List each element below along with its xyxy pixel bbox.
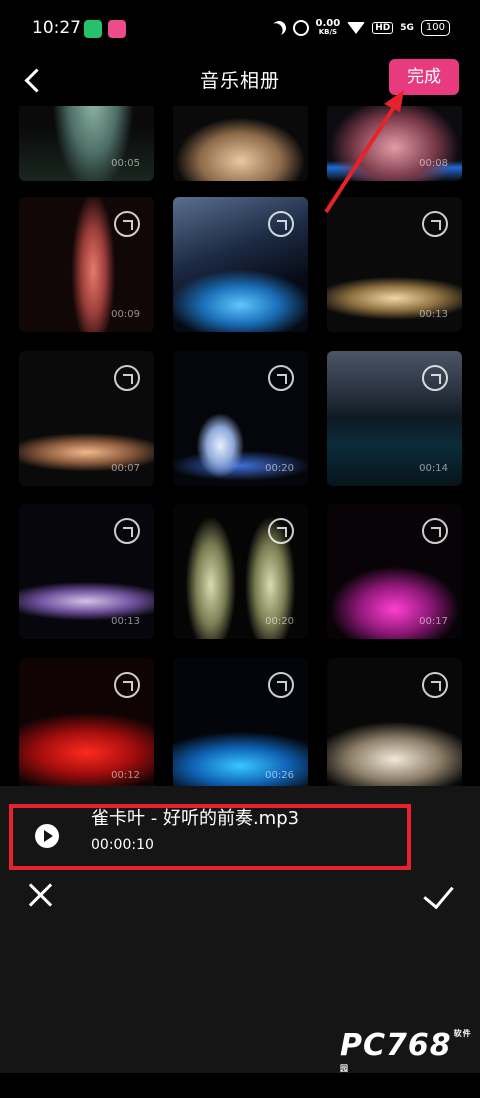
- video-thumbnail[interactable]: 00:13: [19, 504, 154, 639]
- select-icon[interactable]: [114, 365, 140, 391]
- wifi-icon: [347, 22, 366, 34]
- wechat-icon: [84, 20, 102, 38]
- select-icon[interactable]: [422, 365, 448, 391]
- video-thumbnail[interactable]: [173, 106, 308, 181]
- video-thumbnail[interactable]: 00:14: [327, 351, 462, 486]
- select-icon[interactable]: [268, 211, 294, 237]
- select-icon[interactable]: [114, 518, 140, 544]
- music-title: 雀卡叶 - 好听的前奏.mp3: [91, 808, 300, 829]
- select-icon[interactable]: [268, 518, 294, 544]
- top-bar: 音乐相册 完成: [0, 56, 480, 106]
- select-icon[interactable]: [422, 211, 448, 237]
- select-icon[interactable]: [268, 365, 294, 391]
- video-thumbnail[interactable]: 00:13: [327, 197, 462, 332]
- video-thumbnail[interactable]: 00:05: [19, 106, 154, 181]
- video-thumbnail[interactable]: 00:09: [19, 197, 154, 332]
- app-notification-icon: [108, 20, 126, 38]
- video-thumbnail[interactable]: 00:07: [19, 351, 154, 486]
- moon-icon: [270, 19, 288, 37]
- done-button[interactable]: 完成: [389, 59, 459, 95]
- close-icon[interactable]: [27, 882, 53, 908]
- video-thumbnail[interactable]: [173, 197, 308, 332]
- system-icons: 0.00 KB/S HD 5G 100: [272, 16, 450, 40]
- watermark: PC768 软件园: [340, 1028, 472, 1073]
- hd-icon: HD: [372, 22, 394, 34]
- select-icon[interactable]: [422, 518, 448, 544]
- video-thumbnail[interactable]: 00:12: [19, 658, 154, 786]
- video-thumbnail[interactable]: 00:08: [327, 106, 462, 181]
- select-icon[interactable]: [422, 672, 448, 698]
- selected-music[interactable]: 雀卡叶 - 好听的前奏.mp3 00:00:10: [9, 804, 411, 870]
- video-grid: 00:05 00:08 00:09 00:13 00:07 00:20 00:1…: [0, 106, 480, 786]
- status-bar: 10:27 0.00 KB/S HD 5G 100: [0, 0, 480, 56]
- video-thumbnail[interactable]: 00:26: [173, 658, 308, 786]
- select-icon[interactable]: [268, 672, 294, 698]
- video-thumbnail[interactable]: 00:20: [173, 504, 308, 639]
- select-icon[interactable]: [114, 672, 140, 698]
- battery-icon: 100: [420, 20, 450, 36]
- network-speed: 0.00 KB/S: [315, 18, 341, 37]
- video-thumbnail[interactable]: 00:17: [327, 504, 462, 639]
- confirm-icon[interactable]: [423, 877, 454, 910]
- play-icon[interactable]: [35, 824, 59, 848]
- video-thumbnail[interactable]: 00:20: [173, 351, 308, 486]
- video-thumbnail[interactable]: [327, 658, 462, 786]
- alarm-icon: [292, 20, 309, 36]
- clock: 10:27: [32, 18, 81, 38]
- signal-icon: 5G: [400, 23, 414, 33]
- select-icon[interactable]: [114, 211, 140, 237]
- music-duration: 00:00:10: [91, 837, 154, 853]
